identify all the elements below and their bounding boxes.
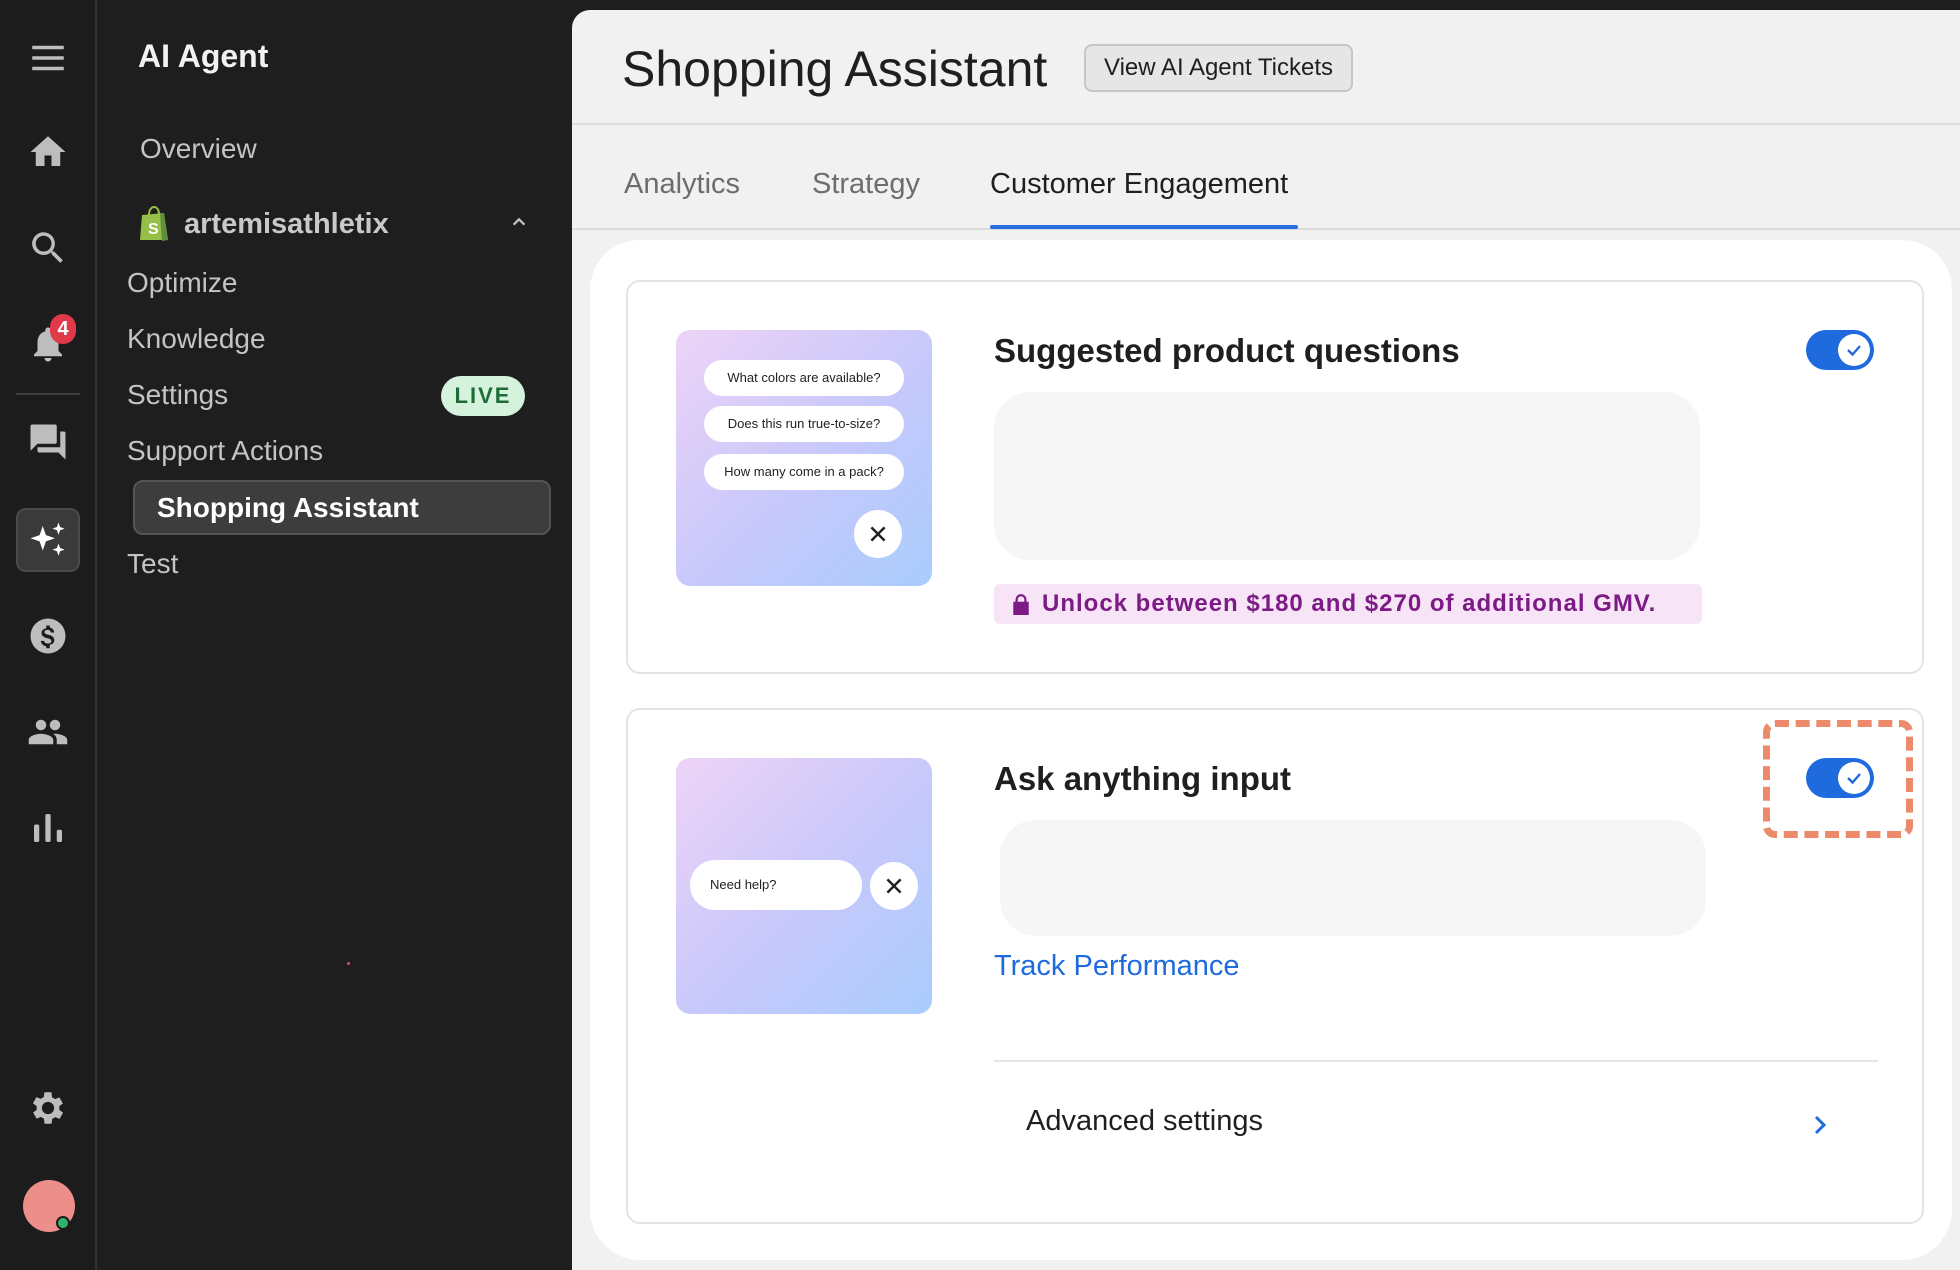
store-name: artemisathletix bbox=[184, 207, 389, 240]
preview-close-icon bbox=[870, 862, 918, 910]
page-title: Shopping Assistant bbox=[622, 41, 1048, 97]
preview-input-pill: Need help? bbox=[690, 860, 862, 910]
check-icon bbox=[1847, 773, 1861, 785]
tab-customer-engagement[interactable]: Customer Engagement bbox=[990, 168, 1288, 201]
description-placeholder bbox=[994, 392, 1700, 560]
toggle-knob bbox=[1838, 334, 1870, 366]
tab-strategy[interactable]: Strategy bbox=[812, 168, 920, 201]
chevron-up-icon[interactable] bbox=[510, 213, 528, 231]
track-performance-link[interactable]: Track Performance bbox=[994, 950, 1240, 983]
gear-icon[interactable] bbox=[16, 1076, 80, 1140]
view-ai-agent-tickets-button[interactable]: View AI Agent Tickets bbox=[1084, 44, 1354, 92]
sidebar-item-test[interactable]: Test bbox=[127, 548, 178, 580]
divider bbox=[994, 1060, 1878, 1062]
preview-question-pill: What colors are available? bbox=[704, 360, 904, 396]
check-icon bbox=[1847, 345, 1861, 357]
sidebar-item-settings[interactable]: Settings bbox=[127, 379, 228, 411]
content-panel: What colors are available? Does this run… bbox=[590, 240, 1952, 1260]
preview-close-icon bbox=[854, 510, 902, 558]
gmv-text: Unlock between $180 and $270 of addition… bbox=[1042, 590, 1657, 617]
sidebar-item-knowledge[interactable]: Knowledge bbox=[127, 323, 266, 355]
tab-bar: Analytics Strategy Customer Engagement bbox=[572, 125, 1960, 230]
advanced-settings-label: Advanced settings bbox=[1026, 1105, 1263, 1137]
suggested-questions-card: What colors are available? Does this run… bbox=[626, 280, 1924, 674]
rail-divider bbox=[16, 393, 80, 395]
preview-question-pill: Does this run true-to-size? bbox=[704, 406, 904, 442]
toggle-knob bbox=[1838, 762, 1870, 794]
description-placeholder bbox=[1000, 820, 1706, 936]
live-status-badge: LIVE bbox=[441, 376, 525, 416]
suggested-questions-toggle[interactable] bbox=[1806, 330, 1874, 370]
sidebar-title: AI Agent bbox=[138, 38, 269, 74]
chart-icon[interactable] bbox=[16, 796, 80, 860]
lock-icon bbox=[1013, 594, 1029, 615]
card-title: Suggested product questions bbox=[994, 332, 1460, 369]
sidebar-item-label: Shopping Assistant bbox=[157, 492, 419, 523]
main-content: Shopping Assistant View AI Agent Tickets… bbox=[572, 10, 1960, 1270]
gmv-banner: Unlock between $180 and $270 of addition… bbox=[994, 584, 1702, 624]
dollar-icon[interactable] bbox=[16, 604, 80, 668]
notification-badge: 4 bbox=[50, 314, 76, 344]
ask-anything-toggle[interactable] bbox=[1806, 758, 1874, 798]
users-icon[interactable] bbox=[16, 700, 80, 764]
ask-anything-card: Need help? Ask anything input Track Perf… bbox=[626, 708, 1924, 1224]
sidebar-item-shopping-assistant[interactable]: Shopping Assistant bbox=[133, 480, 551, 535]
sparkle-icon bbox=[30, 522, 65, 556]
search-icon[interactable] bbox=[16, 216, 80, 280]
cursor-dot bbox=[347, 962, 350, 965]
online-status-dot bbox=[56, 1216, 70, 1230]
chevron-right-icon bbox=[1814, 1115, 1827, 1135]
shopify-bag-icon: S bbox=[140, 206, 168, 241]
store-selector[interactable]: S artemisathletix bbox=[138, 203, 528, 245]
sidebar-item-support-actions[interactable]: Support Actions bbox=[127, 435, 323, 467]
ai-agent-nav-button[interactable] bbox=[16, 508, 80, 572]
advanced-settings-row[interactable]: Advanced settings bbox=[994, 1065, 1878, 1175]
home-icon[interactable] bbox=[16, 120, 80, 184]
page-header: Shopping Assistant View AI Agent Tickets bbox=[572, 10, 1960, 125]
sidebar-item-overview[interactable]: Overview bbox=[140, 133, 257, 165]
ask-anything-preview: Need help? bbox=[676, 758, 932, 1014]
svg-text:S: S bbox=[148, 221, 159, 238]
preview-question-pill: How many come in a pack? bbox=[704, 454, 904, 490]
active-tab-indicator bbox=[990, 225, 1298, 229]
sidebar-item-optimize[interactable]: Optimize bbox=[127, 267, 237, 299]
suggested-questions-preview: What colors are available? Does this run… bbox=[676, 330, 932, 586]
secondary-sidebar: AI Agent Overview S artemisathletix Opti… bbox=[98, 0, 572, 1270]
card-title: Ask anything input bbox=[994, 760, 1291, 797]
chat-icon[interactable] bbox=[16, 410, 80, 474]
menu-icon[interactable] bbox=[16, 26, 80, 90]
icon-rail: 4 bbox=[0, 0, 97, 1270]
notifications-button[interactable]: 4 bbox=[16, 312, 80, 376]
tab-analytics[interactable]: Analytics bbox=[624, 168, 740, 201]
